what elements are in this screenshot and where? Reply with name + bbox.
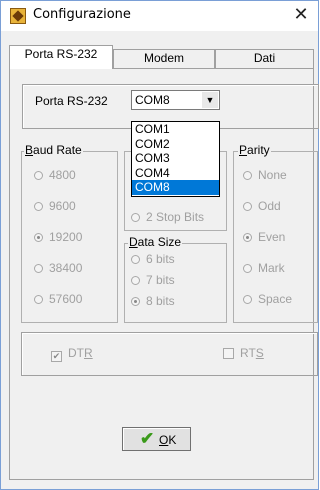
radio-selected-icon	[131, 297, 140, 306]
port-select[interactable]: COM8 ▼	[131, 90, 220, 110]
port-option-com1[interactable]: COM1	[132, 122, 219, 137]
stop-bits-2-radio[interactable]: 2 Stop Bits	[131, 210, 204, 224]
port-select-value: COM8	[135, 93, 170, 107]
radio-label: 2 Stop Bits	[146, 210, 205, 224]
baud-rate-label-accel: B	[25, 143, 34, 157]
parity-label: Parity	[238, 143, 271, 157]
port-option-com2[interactable]: COM2	[132, 137, 219, 152]
parity-mark-radio[interactable]: Mark	[243, 261, 285, 275]
radio-icon	[243, 295, 252, 304]
ok-label-text: K	[168, 433, 177, 447]
dtr-label-accel: R	[84, 346, 93, 360]
baud-57600-radio[interactable]: 57600	[34, 292, 82, 306]
ok-label: OK	[159, 433, 176, 447]
radio-icon	[34, 202, 43, 211]
radio-label: 19200	[49, 230, 83, 244]
baud-rate-label: Baud Rate	[24, 143, 83, 157]
radio-icon	[243, 202, 252, 211]
baud-19200-radio[interactable]: 19200	[34, 230, 82, 244]
radio-icon	[34, 264, 43, 273]
app-icon	[10, 8, 26, 24]
tab-porta-rs232[interactable]: Porta RS-232	[9, 45, 113, 69]
window-title: Configurazione	[33, 7, 131, 22]
radio-icon	[131, 213, 140, 222]
tab-dati[interactable]: Dati	[215, 49, 314, 68]
radio-label: 6 bits	[146, 252, 175, 266]
dtr-checkbox[interactable]: ✔ DTR	[51, 346, 93, 362]
ok-label-accel: O	[159, 433, 169, 447]
data-6bits-radio[interactable]: 6 bits	[131, 252, 175, 266]
radio-label: 38400	[49, 261, 83, 275]
radio-label: 4800	[49, 168, 76, 182]
baud-rate-label-text: aud Rate	[33, 143, 82, 157]
data-size-label-text: ata Size	[137, 235, 182, 249]
port-option-com3[interactable]: COM3	[132, 151, 219, 166]
baud-38400-radio[interactable]: 38400	[34, 261, 82, 275]
radio-label: Odd	[258, 199, 281, 213]
dtr-label: DT	[68, 346, 84, 360]
chevron-down-icon[interactable]: ▼	[202, 92, 218, 108]
title-bar: Configurazione ✕	[1, 1, 318, 31]
checkbox-checked-icon: ✔	[51, 351, 62, 362]
checkbox-icon	[223, 348, 234, 359]
rts-label: RT	[240, 346, 256, 360]
radio-label: 7 bits	[146, 273, 175, 287]
radio-icon	[131, 255, 140, 264]
port-option-com4[interactable]: COM4	[132, 166, 219, 181]
port-dropdown-list[interactable]: COM1 COM2 COM3 COM4 COM8	[131, 121, 220, 197]
configuration-dialog: Configurazione ✕ Porta RS-232 Modem Dati…	[0, 0, 319, 490]
radio-label: 8 bits	[146, 294, 175, 308]
tab-strip: Porta RS-232 Modem Dati	[9, 45, 314, 69]
radio-label: 57600	[49, 292, 83, 306]
radio-label: Space	[258, 292, 293, 306]
data-8bits-radio[interactable]: 8 bits	[131, 294, 175, 308]
parity-label-text: arity	[247, 143, 270, 157]
radio-icon	[34, 295, 43, 304]
radio-label: Mark	[258, 261, 285, 275]
radio-label: 9600	[49, 199, 76, 213]
radio-icon	[34, 171, 43, 180]
data-size-label-accel: D	[129, 235, 138, 249]
data-size-label: Data Size	[128, 235, 183, 249]
port-label: Porta RS-232	[35, 94, 108, 108]
close-button[interactable]: ✕	[290, 4, 312, 26]
radio-label: Even	[258, 230, 286, 244]
rts-label-accel: S	[255, 346, 264, 360]
parity-even-radio[interactable]: Even	[243, 230, 285, 244]
radio-selected-icon	[34, 233, 43, 242]
data-7bits-radio[interactable]: 7 bits	[131, 273, 175, 287]
radio-icon	[243, 171, 252, 180]
ok-button[interactable]: ✔ OK	[122, 427, 191, 451]
checkmark-icon: ✔	[140, 429, 155, 448]
radio-icon	[131, 276, 140, 285]
parity-odd-radio[interactable]: Odd	[243, 199, 281, 213]
rts-checkbox[interactable]: RTS	[223, 346, 264, 360]
radio-selected-icon	[243, 233, 252, 242]
parity-label-accel: P	[239, 143, 248, 157]
baud-4800-radio[interactable]: 4800	[34, 168, 76, 182]
parity-none-radio[interactable]: None	[243, 168, 287, 182]
tab-modem[interactable]: Modem	[113, 49, 215, 68]
port-option-com8[interactable]: COM8	[132, 180, 219, 195]
radio-icon	[243, 264, 252, 273]
baud-9600-radio[interactable]: 9600	[34, 199, 76, 213]
radio-label: None	[258, 168, 287, 182]
parity-space-radio[interactable]: Space	[243, 292, 292, 306]
